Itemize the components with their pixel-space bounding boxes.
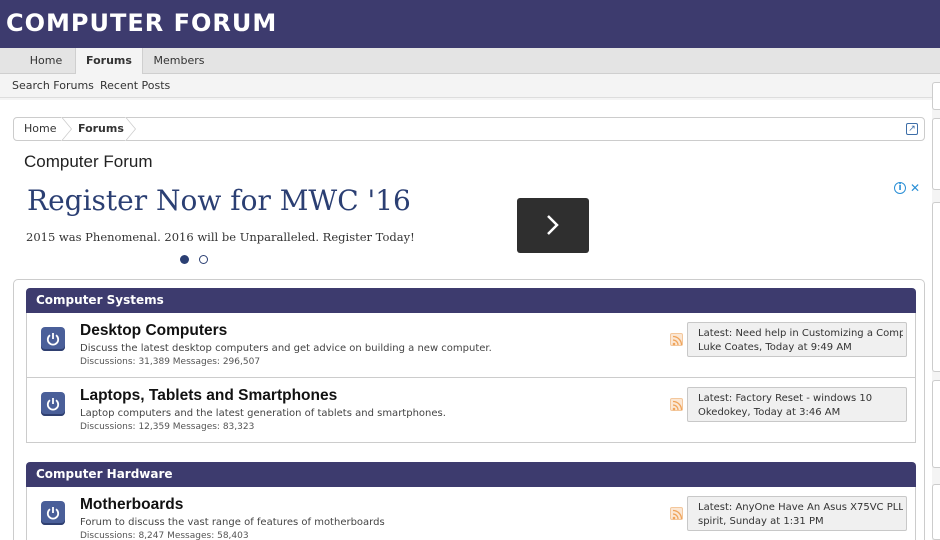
breadcrumb-home[interactable]: Home (24, 118, 56, 140)
power-icon[interactable] (41, 501, 65, 525)
power-icon[interactable] (41, 327, 65, 351)
forum-node: Laptops, Tablets and Smartphones Laptop … (26, 378, 916, 443)
close-icon[interactable]: ✕ (910, 181, 920, 195)
category-header[interactable]: Computer Hardware (26, 462, 916, 487)
breadcrumb: Home Forums ↗ (13, 117, 925, 141)
ad-next-button[interactable] (517, 198, 589, 253)
ad-banner[interactable]: Register Now for MWC '16 2015 was Phenom… (13, 180, 925, 272)
recent-posts-link[interactable]: Recent Posts (100, 79, 170, 92)
rss-icon[interactable] (670, 398, 683, 411)
site-header: COMPUTER FORUM (0, 0, 940, 48)
ad-slide-dot[interactable] (199, 255, 208, 264)
tab-forums[interactable]: Forums (75, 48, 143, 75)
forum-title[interactable]: Desktop Computers (80, 322, 227, 340)
info-icon[interactable]: i (894, 182, 906, 194)
latest-post-title[interactable]: Latest: Need help in Customizing a Comp.… (698, 327, 903, 341)
ad-headline[interactable]: Register Now for MWC '16 (27, 184, 411, 217)
ad-slide-dot-active[interactable] (180, 255, 189, 264)
latest-post-meta[interactable]: spirit, Sunday at 1:31 PM (698, 515, 906, 529)
forum-title[interactable]: Motherboards (80, 496, 183, 514)
ad-choices[interactable]: i ✕ (894, 181, 922, 196)
forum-node: Desktop Computers Discuss the latest des… (26, 313, 916, 378)
external-jump-icon[interactable]: ↗ (906, 123, 918, 135)
tab-members[interactable]: Members (146, 48, 212, 74)
breadcrumb-separator (61, 117, 71, 141)
latest-post-title[interactable]: Latest: AnyOne Have An Asus X75VC PLL ? (698, 501, 903, 515)
breadcrumb-forums[interactable]: Forums (78, 118, 124, 140)
site-logo[interactable]: COMPUTER FORUM (6, 9, 277, 37)
latest-post-meta[interactable]: Luke Coates, Today at 9:49 AM (698, 341, 906, 355)
forum-stats: Discussions: 31,389 Messages: 296,507 (80, 357, 261, 367)
chevron-right-icon (547, 215, 559, 235)
forum-stats: Discussions: 12,359 Messages: 83,323 (80, 422, 255, 432)
latest-post-title[interactable]: Latest: Factory Reset - windows 10 (698, 392, 903, 406)
forum-title[interactable]: Laptops, Tablets and Smartphones (80, 387, 337, 405)
main-content: Home Forums ↗ Computer Forum Register No… (0, 100, 932, 540)
latest-post-box: Latest: Factory Reset - windows 10 Okedo… (687, 387, 907, 422)
sidebar-edge-tab[interactable] (932, 380, 940, 468)
category-header[interactable]: Computer Systems (26, 288, 916, 313)
forum-description: Forum to discuss the vast range of featu… (80, 517, 385, 528)
forum-list: Computer Systems Desktop Computers Discu… (13, 279, 925, 540)
latest-post-box: Latest: Need help in Customizing a Comp.… (687, 322, 907, 357)
page-title: Computer Forum (24, 152, 153, 171)
tab-home[interactable]: Home (18, 48, 74, 74)
sidebar-edge-tab[interactable] (932, 82, 940, 110)
sub-nav: Search Forums Recent Posts (0, 74, 940, 98)
forum-description: Laptop computers and the latest generati… (80, 408, 446, 419)
forum-stats: Discussions: 8,247 Messages: 58,403 (80, 531, 249, 540)
latest-post-box: Latest: AnyOne Have An Asus X75VC PLL ? … (687, 496, 907, 531)
latest-post-meta[interactable]: Okedokey, Today at 3:46 AM (698, 406, 906, 420)
rss-icon[interactable] (670, 507, 683, 520)
power-icon[interactable] (41, 392, 65, 416)
main-nav: Home Forums Members (0, 48, 940, 75)
right-sidebar-edge (932, 74, 940, 540)
ad-subtext: 2015 was Phenomenal. 2016 will be Unpara… (26, 230, 415, 244)
sidebar-edge-tab[interactable] (932, 118, 940, 190)
forum-description: Discuss the latest desktop computers and… (80, 343, 492, 354)
rss-icon[interactable] (670, 333, 683, 346)
sidebar-edge-tab[interactable] (932, 202, 940, 372)
breadcrumb-separator (125, 117, 135, 141)
search-forums-link[interactable]: Search Forums (12, 79, 94, 92)
sidebar-edge-tab[interactable] (932, 484, 940, 540)
forum-node: Motherboards Forum to discuss the vast r… (26, 487, 916, 540)
